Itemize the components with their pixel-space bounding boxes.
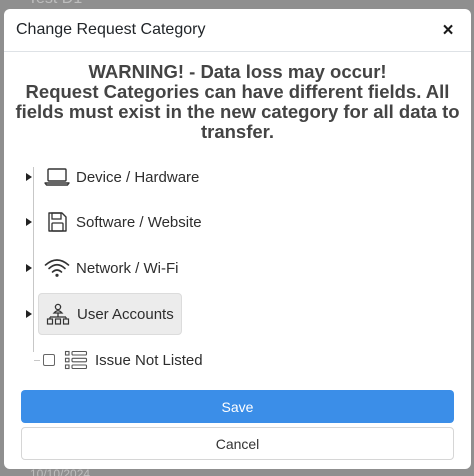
- category-device-hardware: Device / Hardware: [26, 157, 206, 197]
- issue-not-listed-checkbox[interactable]: [43, 354, 55, 366]
- close-button[interactable]: ×: [439, 21, 457, 40]
- expand-caret-icon[interactable]: [26, 173, 32, 181]
- category-tree: Device / Hardware Software / Website Net…: [4, 157, 471, 387]
- category-issue-not-listed: Issue Not Listed: [34, 343, 210, 377]
- user-network-icon: [45, 301, 71, 327]
- laptop-icon: [44, 164, 70, 190]
- expand-caret-icon[interactable]: [26, 264, 32, 272]
- category-node-issue-not-listed[interactable]: Issue Not Listed: [63, 343, 210, 377]
- cancel-button[interactable]: Cancel: [21, 427, 454, 460]
- wifi-icon: [44, 255, 70, 281]
- modal-title: Change Request Category: [16, 21, 206, 38]
- category-label: Network / Wi-Fi: [76, 259, 179, 277]
- category-label: Issue Not Listed: [95, 351, 203, 369]
- category-label: Device / Hardware: [76, 168, 200, 186]
- background-record-title: Test D1: [28, 0, 82, 8]
- category-node-software-website[interactable]: Software / Website: [38, 202, 209, 242]
- change-category-modal: Change Request Category × WARNING! - Dat…: [4, 9, 471, 469]
- category-label: Software / Website: [76, 213, 202, 231]
- category-software-website: Software / Website: [26, 202, 209, 242]
- floppy-disk-icon: [44, 209, 70, 235]
- category-user-accounts: User Accounts: [26, 293, 182, 335]
- warning-message: WARNING! - Data loss may occur! Request …: [4, 62, 471, 142]
- category-label: User Accounts: [77, 305, 174, 323]
- expand-caret-icon[interactable]: [26, 218, 32, 226]
- expand-caret-icon[interactable]: [26, 310, 32, 318]
- category-network-wifi: Network / Wi-Fi: [26, 248, 186, 288]
- warning-headline: WARNING! - Data loss may occur!: [88, 61, 387, 82]
- modal-header: Change Request Category ×: [4, 9, 471, 52]
- category-node-network-wifi[interactable]: Network / Wi-Fi: [38, 248, 186, 288]
- list-icon: [63, 347, 89, 373]
- category-node-device-hardware[interactable]: Device / Hardware: [38, 157, 206, 197]
- warning-details: Request Categories can have different fi…: [15, 81, 460, 142]
- tree-leaf-connector: [34, 359, 40, 361]
- save-button[interactable]: Save: [21, 390, 454, 423]
- category-node-user-accounts[interactable]: User Accounts: [38, 293, 182, 335]
